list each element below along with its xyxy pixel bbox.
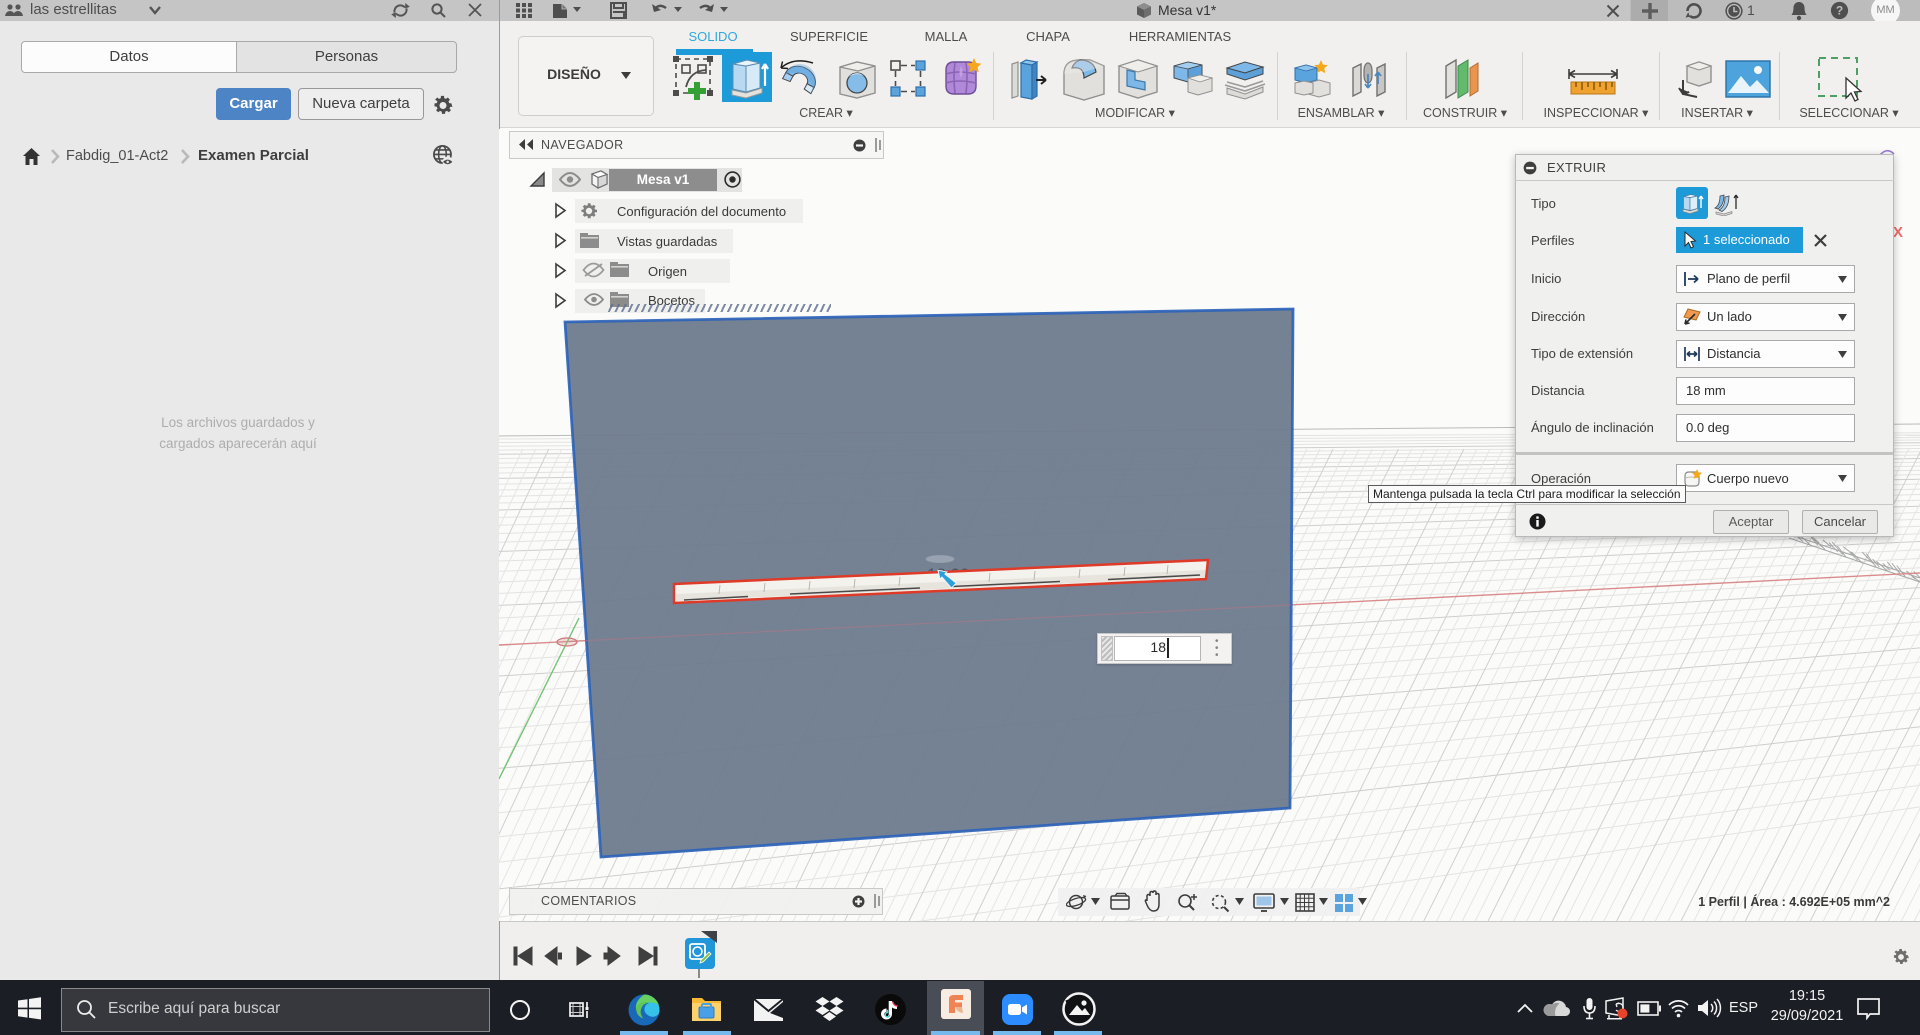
svg-text:?: ? (1836, 4, 1843, 18)
